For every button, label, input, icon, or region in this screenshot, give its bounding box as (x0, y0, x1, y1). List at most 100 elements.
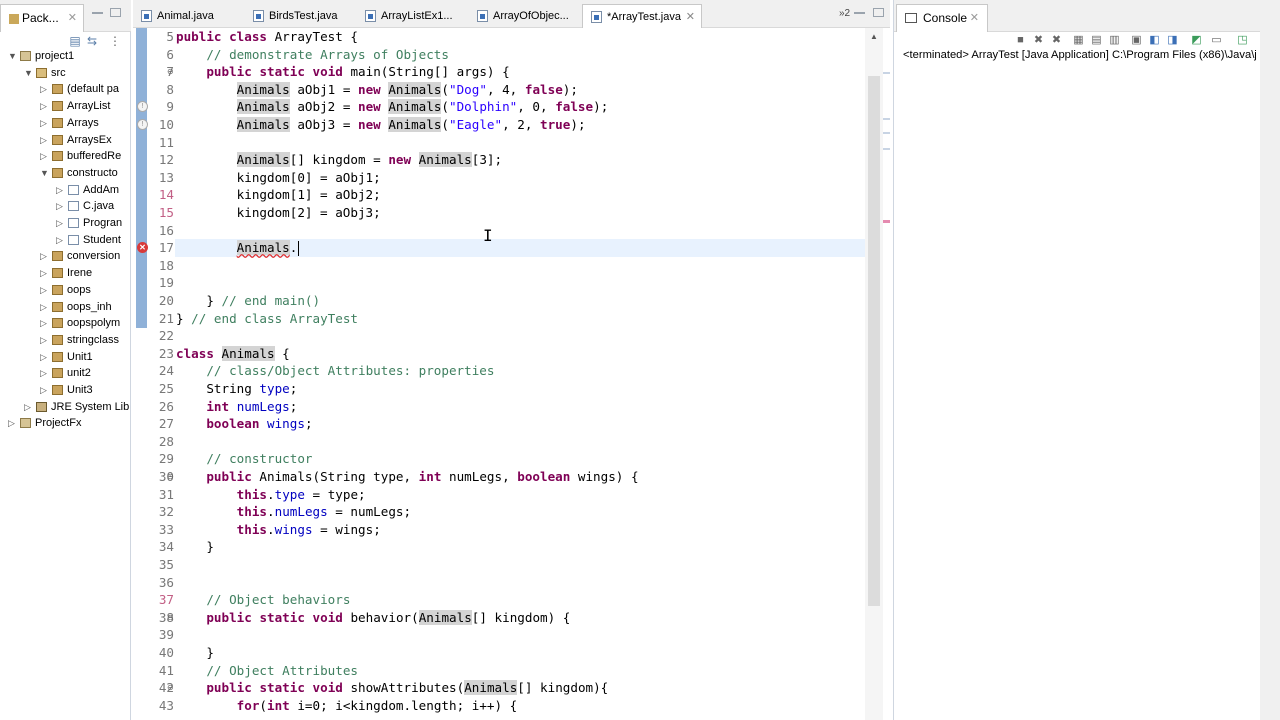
code-line[interactable]: public static void showAttributes(Animal… (176, 679, 608, 697)
tree-item[interactable]: ▷ JRE System Lib (0, 399, 131, 415)
expand-toggle-icon[interactable]: ▷ (56, 215, 65, 231)
code-line[interactable]: Animals aObj2 = new Animals("Dolphin", 0… (176, 98, 608, 116)
pin-console-icon[interactable]: ◨ (1166, 34, 1179, 47)
code-line[interactable]: kingdom[0] = aObj1; (176, 169, 381, 187)
scrollbar-thumb[interactable] (868, 76, 880, 606)
tree-item[interactable]: ▷ ArraysEx (0, 132, 131, 148)
show-on-output-icon[interactable]: ▣ (1130, 34, 1143, 47)
close-icon[interactable]: ✕ (68, 5, 77, 31)
tree-item[interactable]: ▷ Unit1 (0, 349, 131, 365)
code-line[interactable]: // constructor (176, 450, 312, 468)
expand-toggle-icon[interactable]: ▷ (40, 365, 49, 381)
tree-item[interactable]: ▷ Arrays (0, 115, 131, 131)
code-line[interactable]: kingdom[1] = aObj2; (176, 186, 381, 204)
more-tabs-button[interactable]: »2 (839, 8, 850, 19)
link-with-editor-icon[interactable]: ⇆ (85, 34, 99, 48)
tree-item[interactable]: ▷ oopspolym (0, 315, 131, 331)
collapse-toggle-icon[interactable]: ▼ (40, 165, 49, 181)
expand-toggle-icon[interactable]: ▷ (40, 98, 49, 114)
expand-toggle-icon[interactable]: ▷ (40, 282, 49, 298)
editor-minimize-icon[interactable] (854, 12, 865, 14)
tree-item[interactable]: ▷ AddAm (0, 182, 131, 198)
editor-tab[interactable]: *ArrayTest.java ✕ (582, 4, 702, 28)
word-wrap-icon[interactable]: ▥ (1108, 34, 1121, 47)
collapse-toggle-icon[interactable]: ▼ (24, 65, 33, 81)
fold-toggle-icon[interactable]: ⊖ (167, 68, 175, 76)
code-line[interactable]: this.numLegs = numLegs; (176, 503, 411, 521)
tree-item[interactable]: ▷ oops (0, 282, 131, 298)
code-line[interactable]: public class ArrayTest { (176, 28, 358, 46)
code-line[interactable]: this.type = type; (176, 486, 366, 504)
code-line[interactable]: Animals aObj3 = new Animals("Eagle", 2, … (176, 116, 586, 134)
code-line[interactable]: public static void main(String[] args) { (176, 63, 509, 81)
expand-toggle-icon[interactable]: ▷ (8, 415, 17, 431)
tree-item[interactable]: ▷ Unit3 (0, 382, 131, 398)
fold-toggle-icon[interactable]: ⊖ (167, 473, 175, 481)
tree-item[interactable]: ▼ constructo (0, 165, 131, 181)
code-line[interactable]: } // end class ArrayTest (176, 310, 358, 328)
fold-toggle-icon[interactable]: ⊖ (167, 684, 175, 692)
remove-all-icon[interactable]: ✖ (1050, 34, 1063, 47)
warning-marker-icon[interactable]: ! (137, 119, 148, 130)
expand-toggle-icon[interactable]: ▷ (40, 349, 49, 365)
tree-item[interactable]: ▷ Irene (0, 265, 131, 281)
code-line[interactable]: int numLegs; (176, 398, 297, 416)
code-line[interactable]: class Animals { (176, 345, 290, 363)
minimize-icon[interactable] (92, 12, 103, 14)
expand-toggle-icon[interactable]: ▷ (40, 115, 49, 131)
expand-toggle-icon[interactable]: ▷ (24, 399, 33, 415)
show-on-error-icon[interactable]: ◧ (1148, 34, 1161, 47)
collapse-all-icon[interactable]: ▤ (68, 34, 82, 48)
code-line[interactable]: Animals aObj1 = new Animals("Dog", 4, fa… (176, 81, 578, 99)
editor-tab[interactable]: BirdsTest.java (245, 4, 355, 28)
expand-toggle-icon[interactable]: ▷ (40, 265, 49, 281)
tree-item[interactable]: ▷ ArrayList (0, 98, 131, 114)
tree-item[interactable]: ▷ stringclass (0, 332, 131, 348)
close-icon[interactable]: ✕ (970, 5, 979, 31)
expand-toggle-icon[interactable]: ▷ (56, 232, 65, 248)
editor-tab[interactable]: Animal.java (133, 4, 241, 28)
tree-item[interactable]: ▷ Progran (0, 215, 131, 231)
expand-toggle-icon[interactable]: ▷ (40, 315, 49, 331)
code-line[interactable]: // Object behaviors (176, 591, 350, 609)
new-console-icon[interactable]: ◳ (1236, 34, 1249, 47)
expand-toggle-icon[interactable]: ▷ (56, 182, 65, 198)
tree-item[interactable]: ▼ project1 (0, 48, 131, 64)
code-line[interactable]: } // end main() (176, 292, 320, 310)
tree-item[interactable]: ▷ Student (0, 232, 131, 248)
display-console-icon[interactable]: ▭ (1210, 34, 1223, 47)
tree-item[interactable]: ▷ C.java (0, 198, 131, 214)
expand-toggle-icon[interactable]: ▷ (40, 332, 49, 348)
editor-maximize-icon[interactable] (873, 8, 884, 17)
expand-toggle-icon[interactable]: ▷ (40, 148, 49, 164)
code-line[interactable]: String type; (176, 380, 297, 398)
tree-item[interactable]: ▷ oops_inh (0, 299, 131, 315)
scroll-lock-icon[interactable]: ▤ (1090, 34, 1103, 47)
code-line[interactable]: Animals[] kingdom = new Animals[3]; (176, 151, 502, 169)
code-line[interactable]: this.wings = wings; (176, 521, 381, 539)
code-line[interactable]: kingdom[2] = aObj3; (176, 204, 381, 222)
tab-console[interactable]: Console ✕ (896, 4, 988, 32)
view-menu-icon[interactable]: ⋮ (108, 34, 122, 48)
maximize-icon[interactable] (110, 8, 121, 17)
expand-toggle-icon[interactable]: ▷ (40, 132, 49, 148)
fold-toggle-icon[interactable]: ⊖ (167, 613, 175, 622)
expand-toggle-icon[interactable]: ▷ (40, 299, 49, 315)
scroll-up-icon[interactable]: ▲ (870, 32, 878, 41)
terminate-icon[interactable]: ■ (1014, 34, 1027, 47)
open-console-icon[interactable]: ◩ (1190, 34, 1203, 47)
editor-vertical-scrollbar[interactable]: ▲ (865, 28, 883, 720)
code-line[interactable]: // class/Object Attributes: properties (176, 362, 494, 380)
tree-item[interactable]: ▼ src (0, 65, 131, 81)
clear-console-icon[interactable]: ▦ (1072, 34, 1085, 47)
tree-item[interactable]: ▷ conversion (0, 248, 131, 264)
code-line[interactable]: boolean wings; (176, 415, 312, 433)
tree-item[interactable]: ▷ ProjectFx (0, 415, 131, 431)
code-area[interactable]: public class ArrayTest { // demonstrate … (175, 28, 865, 720)
code-line[interactable]: } (176, 538, 214, 556)
editor-tab[interactable]: ArrayListEx1... (357, 4, 467, 28)
collapse-toggle-icon[interactable]: ▼ (8, 48, 17, 64)
code-line[interactable]: } (176, 644, 214, 662)
code-line[interactable]: Animals. (176, 239, 300, 257)
tree-item[interactable]: ▷ (default pa (0, 81, 131, 97)
